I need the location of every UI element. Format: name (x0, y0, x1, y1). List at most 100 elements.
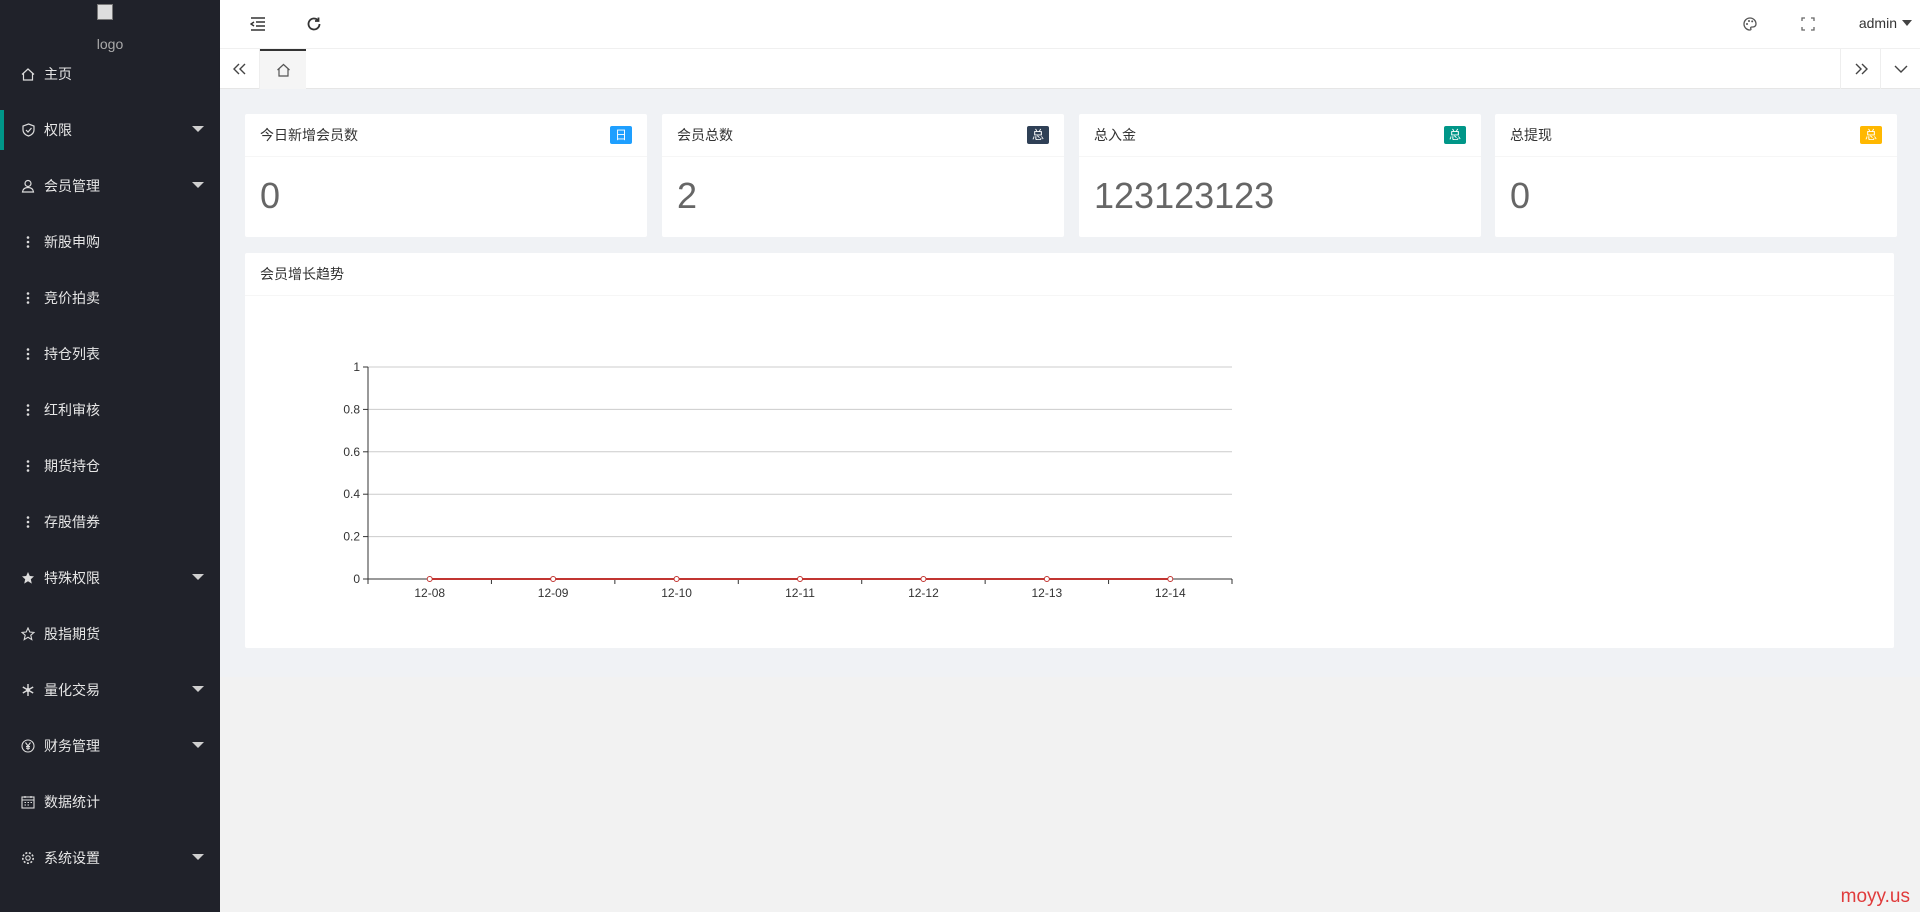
stat-card: 今日新增会员数 日 0 (245, 114, 647, 237)
sidebar-item-label: 权限 (44, 122, 72, 138)
stat-card-header: 总提现 总 (1495, 114, 1897, 157)
x-tick-label: 12-08 (414, 586, 445, 600)
sidebar: logo 主页权限会员管理新股申购竞价拍卖持仓列表红利审核 期货持仓存股借券特殊权… (0, 0, 220, 912)
stat-title: 会员总数 (677, 127, 733, 143)
sidebar-item-6[interactable]: 红利审核 (0, 382, 220, 438)
stat-badge: 总 (1859, 126, 1882, 144)
member-growth-chart: 0 0.2 0.4 0.6 0.8 1 12-08 12-09 12-10 12-11 12-12 1… (343, 360, 1233, 600)
stat-card-header: 总入金 总 (1079, 114, 1481, 157)
caret-down-icon (192, 574, 204, 580)
dots-icon (20, 515, 36, 529)
data-point (1167, 576, 1174, 582)
sidebar-item-label: 量化交易 (44, 682, 100, 698)
chart-card-header: 会员增长趋势 (245, 253, 1894, 296)
star-filled-icon (20, 571, 36, 585)
broken-image-icon (96, 4, 113, 20)
stat-value: 0 (260, 175, 281, 216)
sidebar-item-13[interactable]: 数据统计 (0, 774, 220, 830)
data-point (797, 576, 803, 582)
username: admin (1858, 15, 1897, 31)
x-tick-label: 12-13 (1032, 586, 1063, 600)
stat-value: 123123123 (1094, 175, 1275, 216)
home-icon (20, 67, 36, 81)
sidebar-item-12[interactable]: 财务管理 (0, 718, 220, 774)
chart-card: 会员增长趋势 0 0.2 0.4 0.6 0.8 1 12-08 12-09 12-10 12-1… (245, 253, 1894, 648)
tabs-scroll-right-icon[interactable] (1840, 49, 1880, 89)
sidebar-item-label: 数据统计 (44, 794, 100, 810)
stat-badge: 总 (1443, 126, 1466, 144)
shield-icon (20, 123, 36, 137)
dots-icon (20, 235, 36, 249)
dots-icon (20, 403, 36, 417)
sidebar-item-label: 财务管理 (44, 738, 100, 754)
data-point (673, 576, 680, 582)
stat-badge: 总 (1026, 126, 1049, 144)
x-tick-label: 12-09 (538, 586, 569, 600)
sidebar-item-10[interactable]: 股指期货 (0, 606, 220, 662)
tabs-bar (220, 49, 1920, 89)
sidebar-item-9[interactable]: 特殊权限 (0, 550, 220, 606)
sidebar-item-label: 竞价拍卖 (44, 290, 100, 306)
stat-badge: 日 (609, 126, 632, 144)
stat-title: 今日新增会员数 (260, 127, 358, 143)
stat-card-header: 会员总数 总 (662, 114, 1064, 157)
sidebar-item-label: 股指期货 (44, 626, 100, 642)
data-point (426, 576, 433, 582)
sidebar-nav: 主页权限会员管理新股申购竞价拍卖持仓列表红利审核 期货持仓存股借券特殊权限股指期货… (0, 46, 220, 886)
tabs-dropdown-icon[interactable] (1880, 49, 1920, 89)
refresh-icon[interactable] (304, 14, 324, 34)
yen-icon (20, 739, 36, 753)
sidebar-item-5[interactable]: 持仓列表 (0, 326, 220, 382)
x-tick-label: 12-14 (1155, 586, 1186, 600)
stat-title: 总入金 (1094, 127, 1136, 143)
y-tick-label: 0 (353, 572, 360, 586)
theme-palette-icon[interactable] (1740, 14, 1760, 34)
dots-icon (20, 347, 36, 361)
stat-value: 0 (1510, 175, 1531, 216)
sidebar-item-label: 会员管理 (44, 178, 100, 194)
chart-title: 会员增长趋势 (260, 266, 344, 282)
tab-home[interactable] (260, 49, 306, 89)
caret-down-icon (192, 742, 204, 748)
stat-card-header: 今日新增会员数 日 (245, 114, 647, 157)
data-point (920, 576, 927, 582)
star-outline-icon (20, 627, 36, 641)
sidebar-item-7[interactable]: 期货持仓 (0, 438, 220, 494)
user-icon (20, 179, 36, 193)
snowflake-icon (20, 683, 36, 697)
stat-value: 2 (677, 175, 698, 216)
main-content: 今日新增会员数 日 0 会员总数 总 2 总入金 总 123123123 总提现 总 0 会员增长趋势… (220, 89, 1920, 912)
fullscreen-icon[interactable] (1798, 14, 1818, 34)
sidebar-item-0[interactable]: 主页 (0, 46, 220, 102)
dots-icon (20, 459, 36, 473)
sidebar-item-11[interactable]: 量化交易 (0, 662, 220, 718)
data-point (1043, 576, 1050, 582)
x-tick-label: 12-12 (908, 586, 939, 600)
sidebar-item-4[interactable]: 竞价拍卖 (0, 270, 220, 326)
sidebar-item-2[interactable]: 会员管理 (0, 158, 220, 214)
user-menu[interactable]: admin (1859, 15, 1912, 31)
stat-card: 会员总数 总 2 (662, 114, 1064, 237)
dots-icon (20, 291, 36, 305)
stat-card: 总入金 总 123123123 (1079, 114, 1481, 237)
y-tick-label: 0.8 (343, 402, 360, 416)
sidebar-item-label: 新股申购 (44, 234, 100, 250)
x-tick-label: 12-10 (661, 586, 692, 600)
y-tick-label: 0.4 (343, 487, 360, 501)
sidebar-item-3[interactable]: 新股申购 (0, 214, 220, 270)
tabs-scroll-left-icon[interactable] (220, 49, 260, 89)
collapse-menu-icon[interactable] (248, 14, 268, 34)
logo[interactable]: logo (0, 0, 220, 52)
y-tick-label: 1 (353, 360, 360, 374)
caret-down-icon (192, 126, 204, 132)
y-tick-label: 0.6 (343, 445, 360, 459)
caret-down-icon (192, 854, 204, 860)
sidebar-item-8[interactable]: 存股借券 (0, 494, 220, 550)
watermark: moyy.us (1840, 886, 1910, 907)
sidebar-item-label: 持仓列表 (44, 346, 100, 362)
stat-title: 总提现 (1510, 127, 1552, 143)
sidebar-item-1[interactable]: 权限 (0, 102, 220, 158)
sidebar-item-label: 存股借券 (44, 514, 100, 530)
sidebar-item-14[interactable]: 系统设置 (0, 830, 220, 886)
sidebar-item-label: 系统设置 (44, 850, 100, 866)
